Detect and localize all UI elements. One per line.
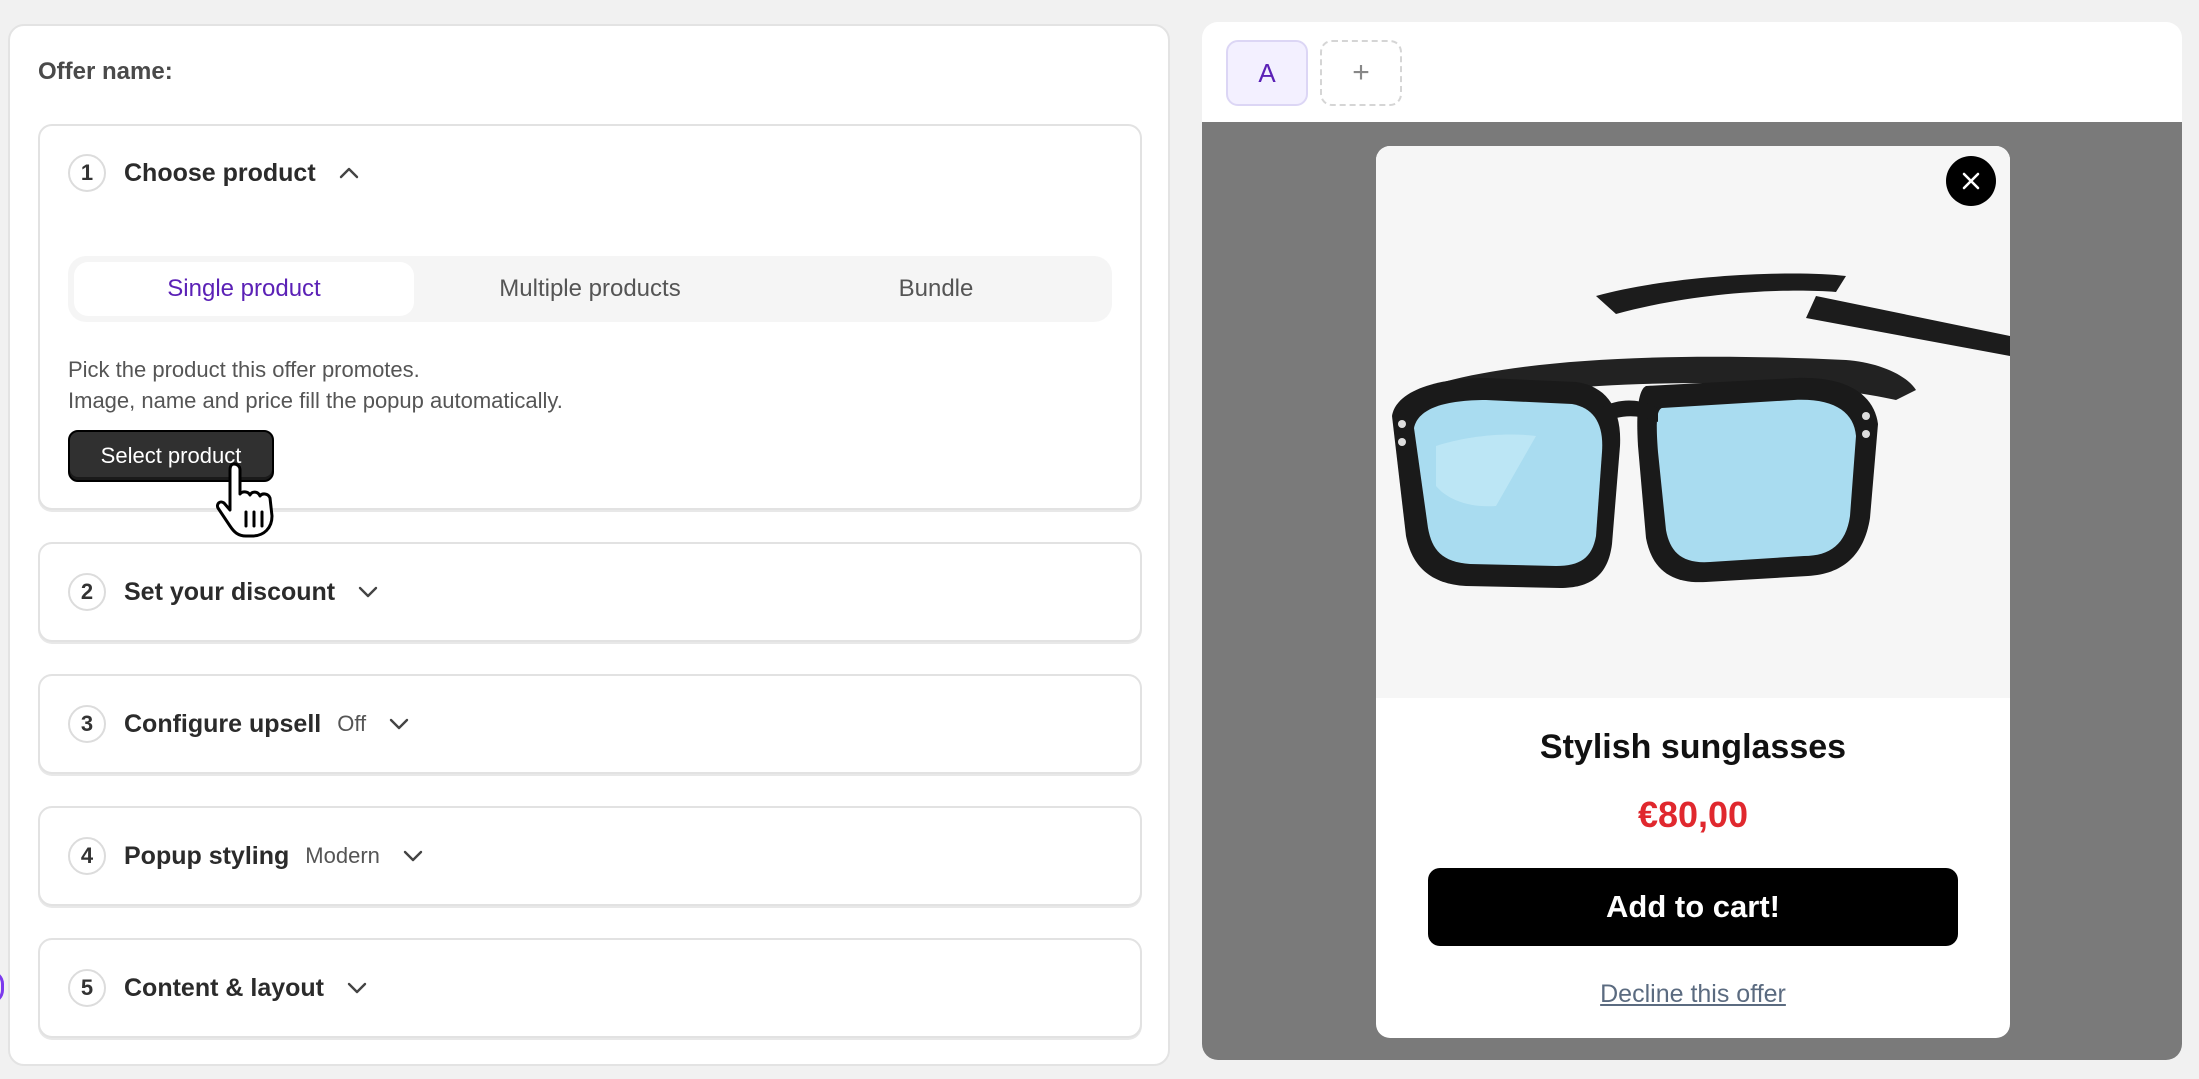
section-header[interactable]: 3 Configure upsell Off bbox=[68, 703, 410, 745]
choose-product-description: Pick the product this offer promotes. Im… bbox=[68, 354, 563, 416]
decline-offer-link[interactable]: Decline this offer bbox=[1376, 980, 2010, 1009]
step-number: 1 bbox=[68, 154, 106, 192]
preview-panel: A + Stylish sunglasses €80,00 Add to car… bbox=[1202, 22, 2182, 1060]
step-number: 2 bbox=[68, 573, 106, 611]
step-number: 5 bbox=[68, 969, 106, 1007]
close-icon bbox=[1962, 172, 1980, 190]
chevron-down-icon[interactable] bbox=[402, 849, 424, 863]
section-status: Off bbox=[337, 711, 367, 736]
edge-indicator bbox=[0, 970, 4, 1004]
section-title: Popup styling bbox=[124, 841, 290, 870]
description-line: Pick the product this offer promotes. bbox=[68, 357, 420, 382]
description-line: Image, name and price fill the popup aut… bbox=[68, 388, 563, 413]
product-image bbox=[1376, 146, 2010, 698]
step-number: 4 bbox=[68, 837, 106, 875]
section-title: Set your discount bbox=[124, 577, 336, 606]
chevron-down-icon[interactable] bbox=[346, 981, 368, 995]
sunglasses-icon bbox=[1392, 273, 2010, 588]
section-status: Modern bbox=[305, 843, 380, 868]
section-content-layout[interactable]: 5 Content & layout bbox=[38, 938, 1142, 1038]
tab-bundle[interactable]: Bundle bbox=[766, 262, 1106, 316]
chevron-down-icon[interactable] bbox=[388, 717, 410, 731]
section-header-choose-product[interactable]: 1 Choose product bbox=[68, 152, 360, 194]
section-header[interactable]: 2 Set your discount bbox=[68, 571, 379, 613]
offer-editor-panel: Offer name: 1 Choose product Single prod… bbox=[8, 24, 1170, 1066]
product-name: Stylish sunglasses bbox=[1539, 728, 1847, 766]
section-title: Configure upsell bbox=[124, 709, 322, 738]
section-set-discount[interactable]: 2 Set your discount bbox=[38, 542, 1142, 642]
tab-single-product[interactable]: Single product bbox=[74, 262, 414, 316]
section-title: Choose product bbox=[124, 158, 316, 187]
variant-tab-a[interactable]: A bbox=[1226, 40, 1308, 106]
add-variant-button[interactable]: + bbox=[1320, 40, 1402, 106]
section-header[interactable]: 4 Popup styling Modern bbox=[68, 835, 424, 877]
section-choose-product: 1 Choose product Single product Multiple… bbox=[38, 124, 1142, 510]
offer-name-label: Offer name: bbox=[38, 58, 173, 85]
close-popup-button[interactable] bbox=[1946, 156, 1996, 206]
section-header[interactable]: 5 Content & layout bbox=[68, 967, 368, 1009]
section-configure-upsell[interactable]: 3 Configure upsell Off bbox=[38, 674, 1142, 774]
add-to-cart-button[interactable]: Add to cart! bbox=[1428, 868, 1958, 946]
product-price: €80,00 bbox=[1637, 794, 1749, 835]
popup-preview-area: Stylish sunglasses €80,00 Add to cart! D… bbox=[1202, 122, 2182, 1060]
tab-multiple-products[interactable]: Multiple products bbox=[420, 262, 760, 316]
hand-cursor-icon bbox=[216, 462, 274, 538]
step-number: 3 bbox=[68, 705, 106, 743]
chevron-up-icon[interactable] bbox=[338, 166, 360, 180]
product-type-tabs: Single product Multiple products Bundle bbox=[68, 256, 1112, 322]
chevron-down-icon[interactable] bbox=[357, 585, 379, 599]
upsell-popup: Stylish sunglasses €80,00 Add to cart! D… bbox=[1376, 146, 2010, 1038]
section-title: Content & layout bbox=[124, 973, 324, 1002]
section-popup-styling[interactable]: 4 Popup styling Modern bbox=[38, 806, 1142, 906]
